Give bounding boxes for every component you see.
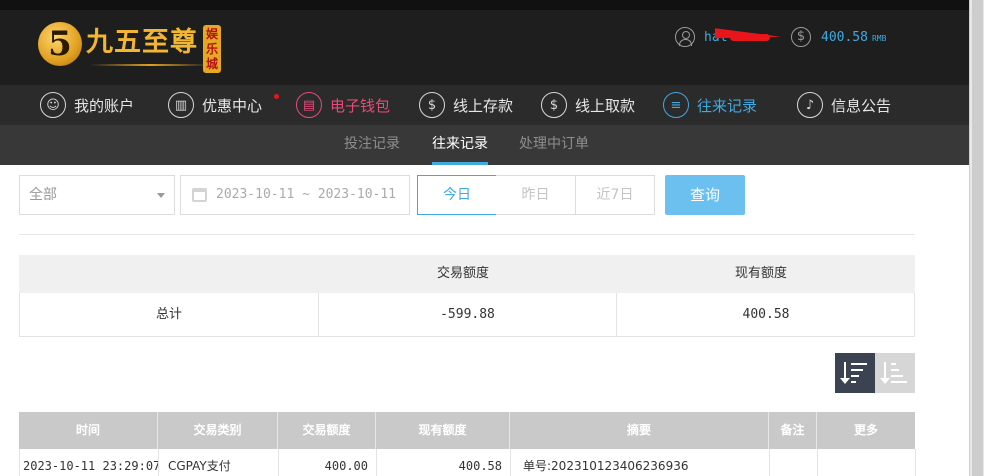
gift-icon: ▥	[168, 92, 194, 118]
window-edge[interactable]	[969, 0, 984, 476]
cell-balance: 400.58	[377, 449, 511, 476]
query-button[interactable]: 查询	[665, 175, 745, 215]
deposit-icon: $	[419, 92, 445, 118]
date-range-value: 2023-10-11 ~ 2023-10-11	[216, 187, 397, 202]
bell-icon: ♪	[797, 92, 823, 118]
table-row[interactable]: 2023-10-11 23:29:07 CGPAY支付 400.00 400.5…	[19, 449, 916, 476]
site-logo[interactable]: 5 九五至尊 娱乐城	[38, 22, 221, 74]
scrollbar-thumb[interactable]	[972, 0, 983, 476]
type-select-value: 全部	[29, 187, 57, 203]
cell-type: CGPAY支付	[159, 449, 279, 476]
range-today-button[interactable]: 今日	[417, 175, 497, 215]
tab-transaction-records[interactable]: 往来记录	[432, 125, 488, 165]
cell-more	[818, 449, 916, 476]
tab-pending-orders[interactable]: 处理中订单	[519, 125, 589, 165]
notification-dot	[274, 94, 279, 99]
user-icon	[675, 27, 695, 47]
cell-remark	[770, 449, 818, 476]
column-header: 更多	[853, 423, 878, 437]
nav-label: 往来记录	[697, 96, 758, 115]
column-header: 时间	[19, 412, 158, 449]
column-header: 摘要	[510, 412, 769, 449]
nav-item-records[interactable]: ≡ 往来记录	[663, 85, 757, 125]
nav-item-wallet[interactable]: ▤ 电子钱包	[296, 85, 390, 125]
logo-ornament	[90, 64, 210, 66]
nav-label: 线上取款	[575, 96, 636, 115]
withdraw-icon: $	[541, 92, 567, 118]
column-header: 交易类别	[158, 412, 278, 449]
cell-summary: 单号:202310123406236936	[511, 449, 770, 476]
summary-header-balance: 现有额度	[735, 266, 788, 281]
coin-icon: $	[791, 27, 811, 47]
account-balance: 400.58 RMB	[821, 30, 887, 45]
records-icon: ≡	[663, 92, 689, 118]
nav-item-promotions[interactable]: ▥ 优惠中心	[168, 85, 262, 125]
nav-label: 我的账户	[74, 96, 135, 115]
nav-label: 线上存款	[453, 96, 514, 115]
caret-down-icon	[157, 193, 165, 198]
site-header: 5 九五至尊 娱乐城	[0, 10, 969, 85]
summary-header: 交易额度 现有额度	[19, 255, 915, 293]
column-header: 交易额度	[278, 412, 376, 449]
redaction-mark	[730, 34, 770, 41]
date-range-input[interactable]: 2023-10-11 ~ 2023-10-11	[180, 175, 410, 215]
table-header: 时间 交易类别 交易额度 现有额度 摘要 备注 更多	[19, 412, 915, 449]
range-yesterday-button[interactable]: 昨日	[496, 175, 576, 215]
nav-item-announcements[interactable]: ♪ 信息公告	[797, 85, 891, 125]
cell-time: 2023-10-11 23:29:07	[20, 449, 159, 476]
column-header: 备注	[769, 412, 817, 449]
summary-row: 总计 -599.88 400.58	[19, 293, 915, 337]
logo-name: 九五至尊	[86, 27, 198, 58]
divider	[19, 234, 915, 235]
summary-header-amount: 交易额度	[437, 266, 490, 281]
range-7days-button[interactable]: 近7日	[575, 175, 655, 215]
top-strip	[0, 0, 969, 10]
sub-nav: 投注记录 往来记录 处理中订单	[0, 125, 969, 165]
nav-item-account[interactable]: ☺ 我的账户	[40, 85, 134, 125]
type-select[interactable]: 全部	[19, 175, 175, 215]
summary-balance: 400.58	[742, 307, 790, 322]
tab-bet-records[interactable]: 投注记录	[344, 125, 400, 165]
calendar-icon	[192, 188, 207, 202]
summary-amount: -599.88	[440, 307, 495, 322]
user-icon: ☺	[40, 92, 66, 118]
nav-label: 信息公告	[831, 96, 892, 115]
sort-descending-button[interactable]	[835, 353, 875, 393]
nav-label: 优惠中心	[202, 96, 263, 115]
logo-mark: 5	[38, 22, 82, 66]
nav-item-deposit[interactable]: $ 线上存款	[419, 85, 513, 125]
cell-amount: 400.00	[279, 449, 377, 476]
sort-ascending-button[interactable]	[875, 353, 915, 393]
main-nav: ☺ 我的账户 ▥ 优惠中心 ▤ 电子钱包 $ 线上存款 $ 线上取款 ≡ 往来记录 ♪ 信息公…	[0, 85, 969, 125]
column-header: 现有额度	[376, 412, 510, 449]
nav-label: 电子钱包	[330, 96, 391, 115]
wallet-icon: ▤	[296, 92, 322, 118]
summary-label: 总计	[155, 307, 182, 322]
nav-item-withdraw[interactable]: $ 线上取款	[541, 85, 635, 125]
